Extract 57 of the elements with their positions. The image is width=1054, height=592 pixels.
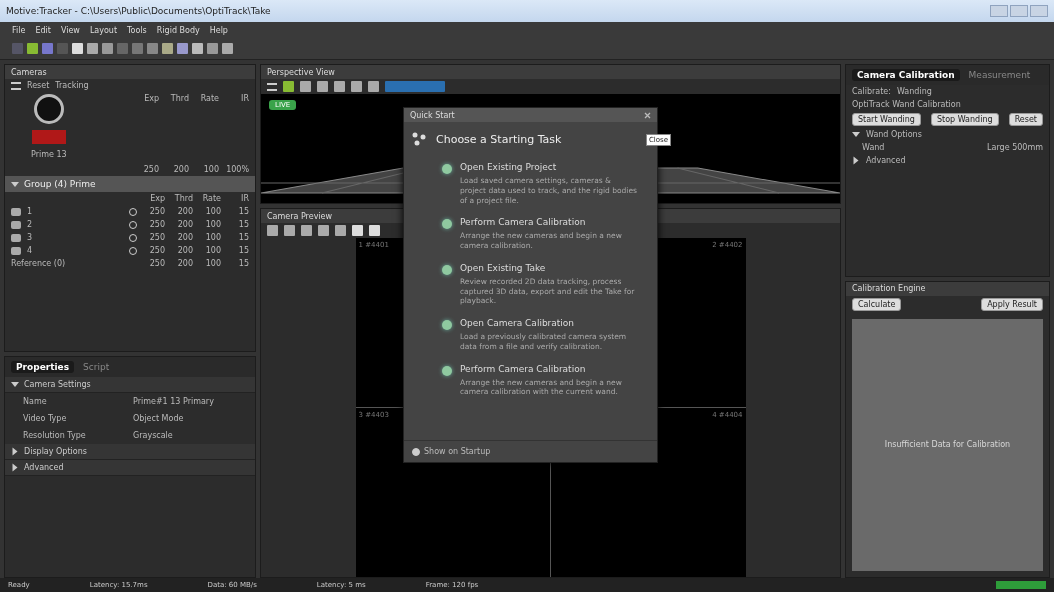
column-header: Thrd <box>173 194 193 203</box>
table-cell-text: 250 <box>148 220 165 229</box>
panel-title: Calibration Engine <box>852 284 926 294</box>
checkbox-label: Show on Startup <box>424 447 491 456</box>
property-value: Grayscale <box>133 431 174 440</box>
table-cell-text: 100 <box>204 220 221 229</box>
table-cell-text: 15 <box>237 207 249 216</box>
section-title: OptiTrack Wand Calibration <box>852 100 961 109</box>
table-cell-text: 200 <box>176 207 193 216</box>
reference-label: Reference (0) <box>11 259 66 268</box>
property-value: Prime#1 13 Primary <box>133 397 215 406</box>
table-cell-text: 250 <box>148 207 165 216</box>
table-cell-text: 100 <box>204 246 221 255</box>
column-header: Rate <box>201 194 221 203</box>
table-cell-text: 100% <box>225 165 249 174</box>
table-cell-text: 15 <box>237 233 249 242</box>
camera-label: 4 <box>27 246 33 255</box>
table-cell-text: 250 <box>148 233 165 242</box>
table-cell-text: 250 <box>148 246 165 255</box>
table-cell-text: 200 <box>176 233 193 242</box>
camera-name: Prime 13 <box>31 150 67 159</box>
column-header: IR <box>240 94 249 103</box>
camera-label: 3 <box>27 233 33 242</box>
table-cell-text: 100 <box>204 233 221 242</box>
table-cell-text: 200 <box>176 246 193 255</box>
table-cell-text: 15 <box>237 246 249 255</box>
panel-title: Perspective View <box>267 67 335 77</box>
mode-label: Calibrate: <box>852 87 891 96</box>
column-header: Rate <box>199 94 219 103</box>
camera-label: 1 <box>27 207 33 216</box>
panel-title: Cameras <box>11 67 47 77</box>
column-header: Exp <box>149 194 165 203</box>
table-cell-text: 100 <box>204 259 221 268</box>
panel-title: Camera Preview <box>267 211 333 221</box>
table-cell-text: 200 <box>172 165 189 174</box>
table-cell-text: 100 <box>204 207 221 216</box>
dialog-title: Quick Start <box>410 110 455 120</box>
property-value: Object Mode <box>133 414 185 423</box>
table-cell-text: 200 <box>176 259 193 268</box>
dialog-heading: Choose a Starting Task <box>436 132 562 146</box>
table-cell-text: 100 <box>202 165 219 174</box>
property-name: Name <box>23 397 48 406</box>
camera-label: 2 <box>27 220 33 229</box>
column-header: Exp <box>143 94 159 103</box>
column-header: Thrd <box>169 94 189 103</box>
window-title: Motive:Tracker - C:\Users\Public\Documents\OptiTrack\Take <box>6 6 271 16</box>
option-value: Large 500mm <box>987 143 1043 152</box>
option-name: Wand <box>862 143 885 152</box>
property-name: Video Type <box>23 414 68 423</box>
result-message: Insufficient Data for Calibration <box>884 440 1011 450</box>
table-cell-text: 200 <box>176 220 193 229</box>
table-cell-text: 15 <box>237 220 249 229</box>
table-cell-text: 15 <box>237 259 249 268</box>
column-header: IR <box>240 194 249 203</box>
table-cell-text: 250 <box>142 165 159 174</box>
table-cell-text: 250 <box>148 259 165 268</box>
property-name: Resolution Type <box>23 431 87 440</box>
